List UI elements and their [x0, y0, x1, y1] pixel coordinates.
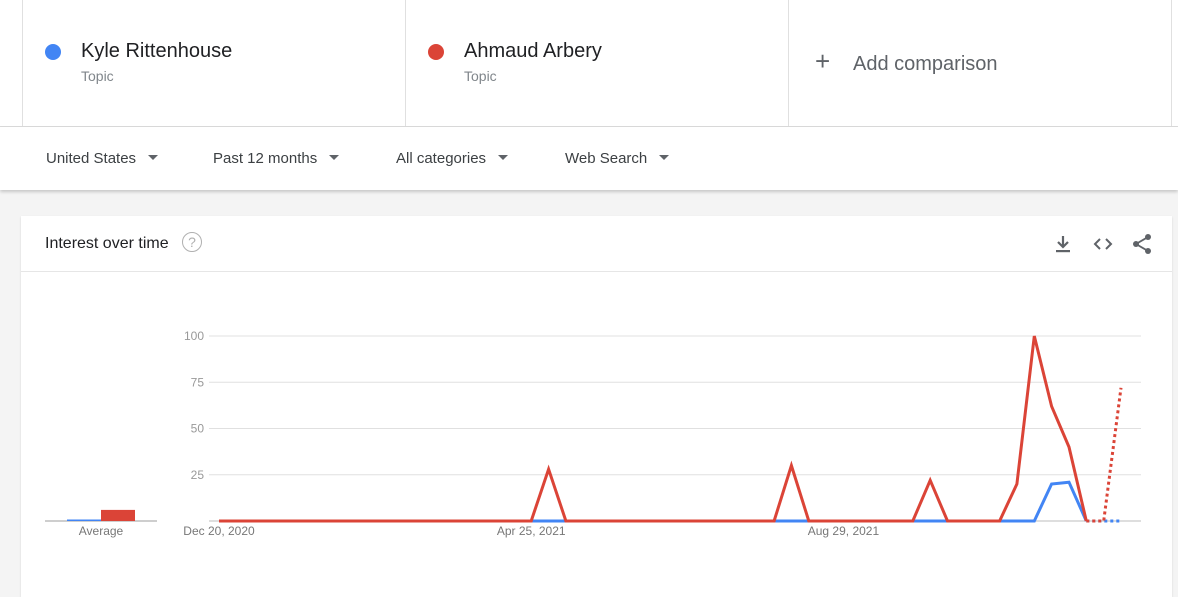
series-line-kyle-rittenhouse: [219, 480, 1088, 523]
average-bar-kyle-rittenhouse: [67, 519, 101, 521]
chevron-down-icon: [498, 155, 509, 160]
term-name: Kyle Rittenhouse: [81, 40, 233, 62]
term-name: Ahmaud Arbery: [464, 40, 602, 62]
chevron-down-icon: [148, 155, 159, 160]
average-label: Average: [79, 524, 124, 538]
term-kind: Topic: [81, 68, 114, 84]
average-bar-ahmaud-arbery: [101, 509, 135, 521]
category-value: All categories: [396, 150, 487, 167]
interest-over-time-card: Interest over time ? 25 50 75 100 Dec 20, 20…: [21, 216, 1172, 597]
x-tick-label: Aug 29, 2021: [808, 524, 880, 538]
card-title: Interest over time: [45, 235, 169, 252]
series-partial-line-ahmaud-arbery: [1086, 387, 1123, 523]
add-comparison-label: Add comparison: [853, 53, 998, 75]
region-value: United States: [46, 150, 137, 167]
term-ahmaud-arbery[interactable]: Ahmaud Arbery Topic: [405, 0, 788, 126]
x-tick-label: Apr 25, 2021: [497, 524, 566, 538]
y-tick-label: 50: [191, 422, 205, 436]
y-tick-label: 75: [191, 375, 205, 389]
card-header: Interest over time ?: [21, 216, 1172, 272]
interest-line-chart: 25 50 75 100 Dec 20, 2020 Apr 25, 2021 Aug 29,…: [45, 329, 1141, 538]
comparison-bar: Kyle Rittenhouse Topic Ahmaud Arbery Top…: [0, 0, 1178, 127]
x-tick-label: Dec 20, 2020: [183, 524, 255, 538]
category-dropdown[interactable]: All categories: [396, 150, 509, 167]
term-kyle-rittenhouse[interactable]: Kyle Rittenhouse Topic: [22, 0, 405, 126]
y-tick-label: 100: [184, 329, 204, 343]
series-color-dot: [428, 44, 444, 60]
help-icon[interactable]: ?: [182, 232, 202, 252]
time-range-value: Past 12 months: [213, 150, 318, 167]
search-type-dropdown[interactable]: Web Search: [565, 150, 670, 167]
download-icon[interactable]: [1051, 232, 1075, 256]
y-tick-label: 25: [191, 468, 205, 482]
share-icon[interactable]: [1130, 232, 1154, 256]
chevron-down-icon: [659, 155, 670, 160]
plus-icon: +: [815, 46, 831, 76]
embed-icon[interactable]: [1091, 232, 1115, 256]
search-type-value: Web Search: [565, 150, 648, 167]
time-range-dropdown[interactable]: Past 12 months: [213, 150, 340, 167]
chevron-down-icon: [329, 155, 340, 160]
term-kind: Topic: [464, 68, 497, 84]
region-dropdown[interactable]: United States: [46, 150, 159, 167]
add-comparison-button[interactable]: + Add comparison: [788, 0, 1172, 126]
filter-bar: United States Past 12 months All categor…: [0, 127, 1178, 190]
series-color-dot: [45, 44, 61, 60]
